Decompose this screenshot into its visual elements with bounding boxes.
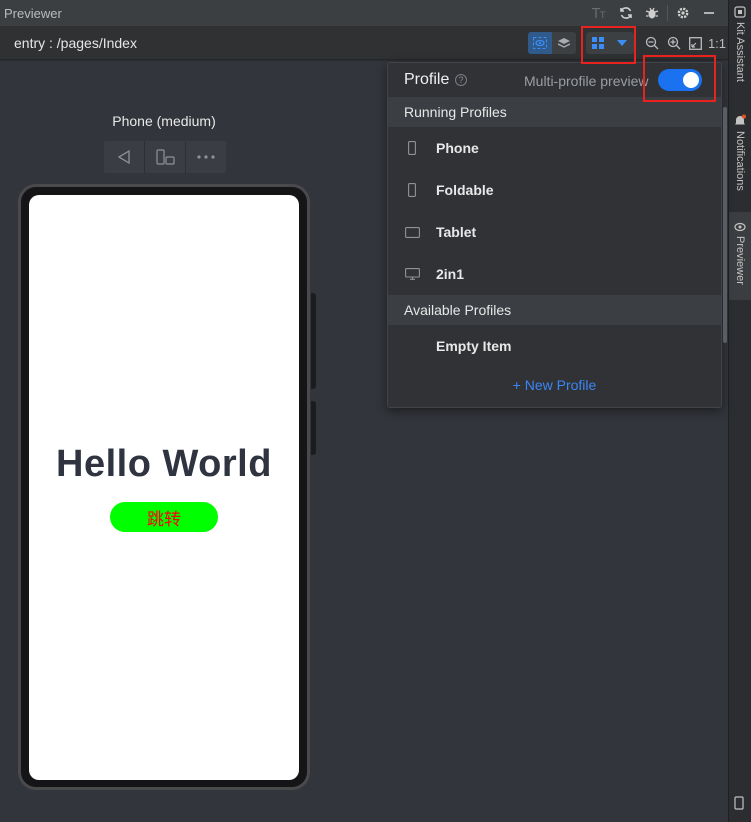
tab-kit-assistant[interactable]: Kit Assistant	[729, 6, 751, 82]
profile-item-foldable[interactable]: Foldable	[388, 169, 721, 211]
grid-view-icon[interactable]	[586, 32, 610, 54]
window-title: Previewer	[4, 5, 62, 21]
inspect-group	[528, 32, 576, 54]
tab-label: Notifications	[734, 131, 746, 191]
profile-item-empty[interactable]: Empty Item	[388, 325, 721, 367]
font-size-icon[interactable]: TT	[587, 0, 613, 26]
tablet-icon	[404, 226, 420, 238]
svg-text:T: T	[599, 11, 606, 20]
actual-size-button[interactable]: 1:1	[706, 32, 728, 54]
help-icon[interactable]: ?	[455, 74, 467, 86]
inspector-eye-icon[interactable]	[528, 32, 552, 54]
panel-scrollbar[interactable]	[723, 107, 727, 343]
multi-device-group	[586, 32, 634, 54]
profile-item-2in1[interactable]: 2in1	[388, 253, 721, 295]
phone-icon	[404, 141, 420, 155]
monitor-icon	[404, 268, 420, 280]
chevron-down-icon[interactable]	[610, 32, 634, 54]
back-button[interactable]	[104, 141, 145, 173]
right-tool-strip: Kit Assistant Notifications Previewer	[728, 0, 751, 822]
gear-icon[interactable]	[670, 0, 696, 26]
tab-notifications[interactable]: Notifications	[729, 114, 751, 191]
profile-item-label: Tablet	[436, 224, 477, 240]
phone-side-button	[311, 401, 316, 455]
minimize-icon[interactable]	[696, 0, 722, 26]
title-bar-icons: TT	[587, 0, 722, 26]
back-icon	[117, 149, 130, 165]
device-controls	[104, 141, 226, 173]
title-bar: Previewer TT	[0, 0, 728, 26]
device-icon[interactable]	[734, 796, 744, 815]
device-name: Phone (medium)	[112, 113, 216, 129]
previewer-toolbar: entry : /pages/Index 1:1	[0, 26, 728, 60]
zoom-in-icon[interactable]	[664, 32, 684, 54]
profile-item-label: Phone	[436, 140, 479, 156]
tab-label: Previewer	[734, 236, 746, 285]
toggle-knob	[683, 72, 699, 88]
phone-side-button	[311, 293, 316, 389]
phone-screen[interactable]: Hello World 跳转	[29, 195, 299, 780]
fit-screen-icon[interactable]	[686, 32, 704, 54]
multi-profile-label: Multi-profile preview	[524, 73, 649, 89]
jump-button[interactable]: 跳转	[110, 502, 218, 532]
more-button[interactable]	[186, 141, 226, 173]
profile-panel: Profile ? Multi-profile preview Running …	[387, 62, 727, 408]
foldable-icon	[404, 183, 420, 197]
profile-item-tablet[interactable]: Tablet	[388, 211, 721, 253]
kit-assistant-icon	[734, 6, 746, 18]
svg-text:T: T	[592, 7, 600, 20]
rotate-device-icon	[156, 149, 175, 165]
profile-item-label: Foldable	[436, 182, 494, 198]
hello-text: Hello World	[56, 443, 272, 485]
more-icon	[197, 155, 215, 159]
zoom-out-icon[interactable]	[642, 32, 662, 54]
layers-icon[interactable]	[552, 32, 576, 54]
rotate-button[interactable]	[145, 141, 186, 173]
profile-item-label: 2in1	[436, 266, 465, 282]
debug-icon[interactable]	[639, 0, 665, 26]
route-path: entry : /pages/Index	[14, 35, 137, 51]
bell-icon	[735, 114, 746, 125]
new-profile-link[interactable]: + New Profile	[388, 377, 721, 393]
tab-label: Kit Assistant	[734, 22, 746, 82]
divider	[667, 5, 668, 21]
available-profiles-header: Available Profiles	[388, 295, 721, 325]
profile-panel-header: Profile ? Multi-profile preview	[388, 63, 721, 97]
refresh-icon[interactable]	[613, 0, 639, 26]
multi-profile-toggle[interactable]	[658, 69, 702, 91]
running-profiles-header: Running Profiles	[388, 97, 721, 127]
profile-item-phone[interactable]: Phone	[388, 127, 721, 169]
panel-title: Profile	[404, 71, 450, 88]
eye-icon	[734, 222, 746, 232]
tab-previewer[interactable]: Previewer	[729, 212, 751, 300]
profile-item-label: Empty Item	[436, 338, 512, 354]
phone-frame: Hello World 跳转	[18, 184, 316, 790]
